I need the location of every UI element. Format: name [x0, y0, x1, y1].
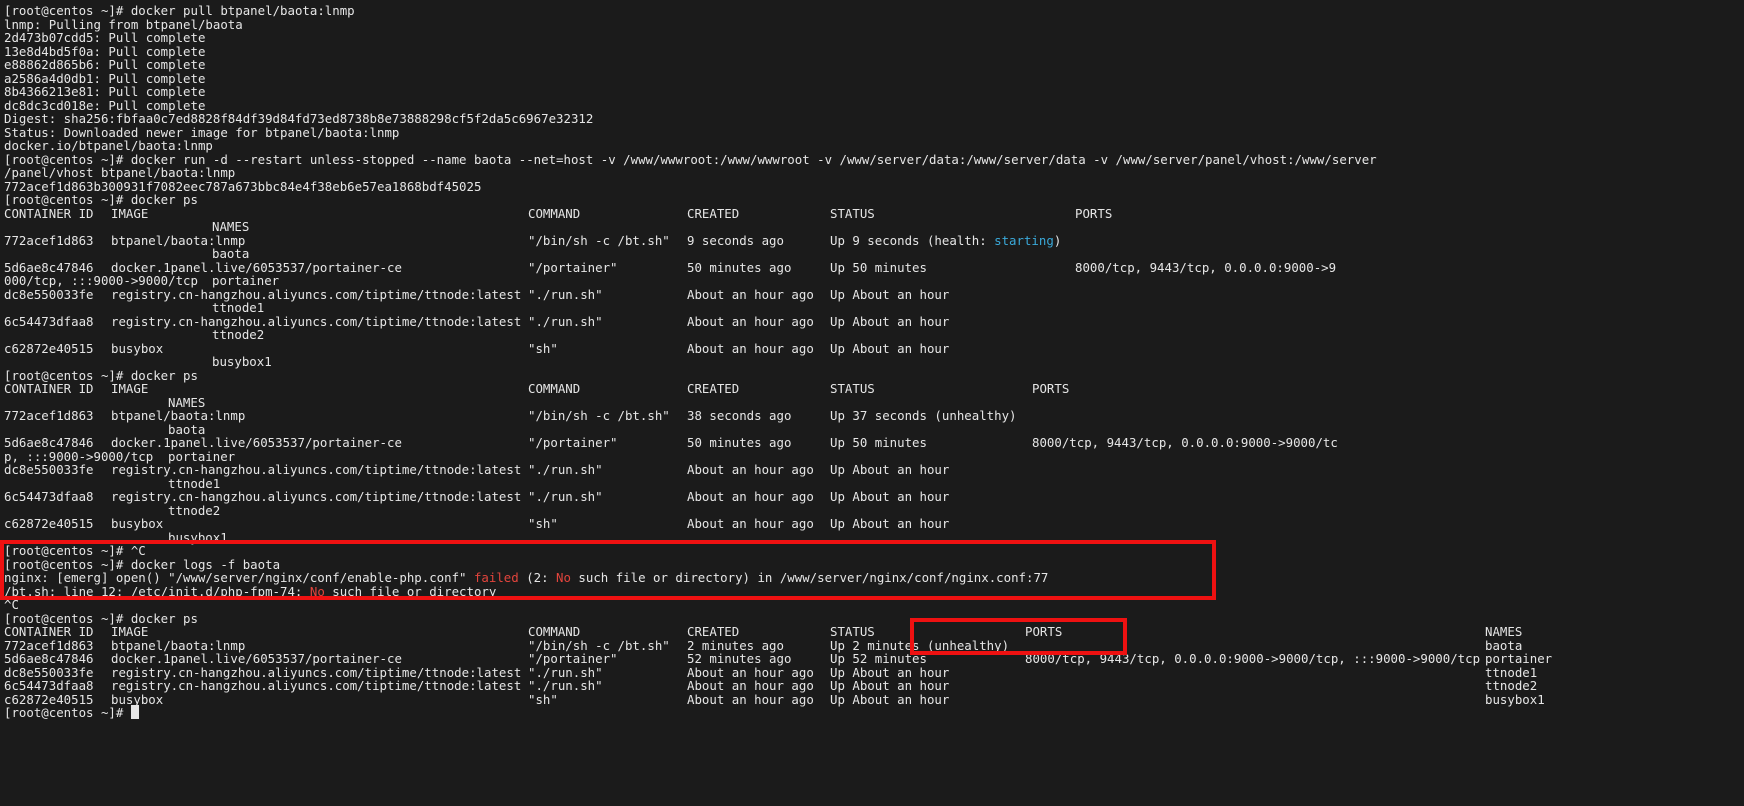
header-status: STATUS: [830, 381, 875, 396]
header-status: STATUS: [830, 205, 875, 221]
container-ports: 8000/tcp, 9443/tcp, 0.0.0.0:9000->9000/t…: [1025, 651, 1481, 666]
container-status: Up 50 minutes: [830, 435, 927, 450]
container-name: ttnode2: [168, 502, 221, 518]
container-created: 9 seconds ago: [687, 232, 784, 248]
error-text: /bt.sh: line 12: /etc/init.d/php-fpm-74:: [4, 583, 310, 599]
header-image: IMAGE: [111, 205, 149, 221]
container-command: "./run.sh": [528, 286, 603, 302]
container-created: About an hour ago: [687, 489, 814, 504]
header-ports: PORTS: [1025, 624, 1063, 639]
error-keyword-no: No: [309, 583, 325, 599]
container-command: "/portainer": [528, 435, 618, 450]
header-command: COMMAND: [528, 205, 581, 221]
command-text: docker run -d --restart unless-stopped -…: [130, 151, 1377, 167]
container-id: c62872e40515: [4, 340, 94, 356]
container-id: dc8e550033fe: [4, 286, 94, 302]
btsh-error-line: /bt.sh: line 12: /etc/init.d/php-fpm-74:…: [4, 584, 496, 599]
terminal-cursor[interactable]: [130, 705, 139, 719]
error-text: such file or directory) in /www/server/n…: [570, 570, 1049, 585]
error-text: (2:: [518, 570, 557, 585]
container-command: "sh": [528, 340, 558, 356]
header-image: IMAGE: [111, 381, 149, 396]
container-image: docker.1panel.live/6053537/portainer-ce: [111, 435, 402, 450]
container-id: 772acef1d863: [4, 232, 94, 248]
container-status: Up 37 seconds (unhealthy): [830, 408, 1017, 423]
container-created: About an hour ago: [687, 462, 814, 477]
container-status-suffix: ): [1053, 232, 1062, 248]
container-command: "/portainer": [528, 259, 618, 275]
container-created: 38 seconds ago: [687, 408, 792, 423]
header-created: CREATED: [687, 381, 740, 396]
container-created: About an hour ago: [687, 286, 814, 302]
terminal-window[interactable]: [root@centos ~]# docker pull btpanel/bao…: [0, 0, 1744, 806]
container-id: 772acef1d863: [4, 408, 94, 423]
container-id: 6c54473dfaa8: [4, 489, 94, 504]
container-image: registry.cn-hangzhou.aliyuncs.com/tiptim…: [111, 286, 522, 302]
container-created: About an hour ago: [687, 516, 814, 531]
container-command: "./run.sh": [528, 489, 603, 504]
container-created: About an hour ago: [687, 691, 814, 707]
container-command: "./run.sh": [528, 462, 603, 477]
container-status: Up About an hour: [830, 516, 950, 531]
container-created: 50 minutes ago: [687, 259, 792, 275]
container-status: Up About an hour: [830, 286, 950, 302]
container-status: Up 9 seconds (health: starting): [830, 232, 1062, 248]
header-command: COMMAND: [528, 381, 581, 396]
container-command: "/bin/sh -c /bt.sh": [528, 232, 670, 248]
container-image: busybox: [111, 340, 164, 356]
container-ports: 8000/tcp, 9443/tcp, 0.0.0.0:9000->9000/t…: [1032, 435, 1338, 450]
header-container-id: CONTAINER ID: [4, 205, 94, 221]
container-command: "/bin/sh -c /bt.sh": [528, 408, 670, 423]
container-name: ttnode2: [212, 327, 265, 342]
container-created: About an hour ago: [687, 313, 814, 329]
shell-prompt: [root@centos ~]#: [4, 705, 131, 720]
container-status: Up About an hour: [830, 313, 950, 329]
container-image: registry.cn-hangzhou.aliyuncs.com/tiptim…: [111, 313, 522, 329]
container-id: 6c54473dfaa8: [4, 313, 94, 329]
container-name: busybox1: [212, 354, 272, 369]
error-text: such file or directory: [324, 583, 497, 599]
container-image: registry.cn-hangzhou.aliyuncs.com/tiptim…: [111, 678, 522, 693]
container-created: About an hour ago: [687, 340, 814, 356]
header-created: CREATED: [687, 205, 740, 221]
container-command: "sh": [528, 516, 558, 531]
container-status: Up About an hour: [830, 691, 950, 707]
container-created: 50 minutes ago: [687, 435, 792, 450]
container-image: busybox: [111, 516, 164, 531]
container-command: "./run.sh": [528, 313, 603, 329]
container-command: "sh": [528, 691, 558, 707]
header-ports: PORTS: [1075, 205, 1113, 221]
container-id: dc8e550033fe: [4, 462, 94, 477]
final-prompt: [root@centos ~]#: [4, 705, 139, 720]
container-id: c62872e40515: [4, 516, 94, 531]
container-name: busybox1: [1485, 691, 1545, 707]
header-ports: PORTS: [1032, 381, 1070, 396]
header-container-id: CONTAINER ID: [4, 381, 94, 396]
container-status: Up About an hour: [830, 340, 950, 356]
container-ports: 8000/tcp, 9443/tcp, 0.0.0.0:9000->9: [1075, 259, 1337, 275]
container-status: Up 50 minutes: [830, 259, 927, 275]
error-keyword-no: No: [556, 570, 571, 585]
health-starting-text: starting: [994, 232, 1054, 248]
container-status: Up About an hour: [830, 489, 950, 504]
container-name: busybox1: [168, 529, 228, 545]
container-status: Up About an hour: [830, 462, 950, 477]
